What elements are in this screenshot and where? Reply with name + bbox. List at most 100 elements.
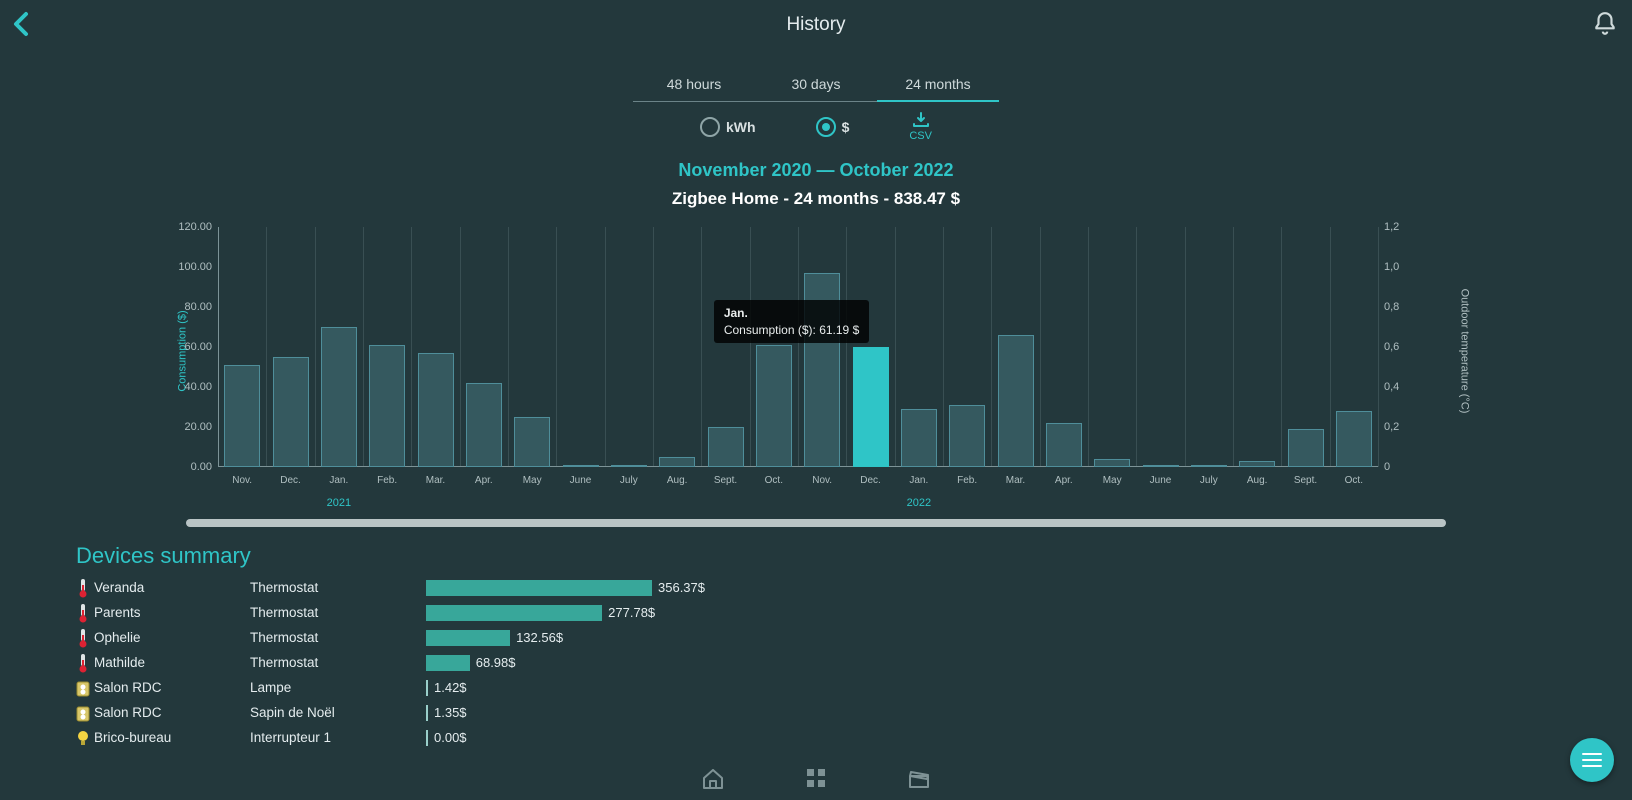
y-tick-left: 40.00 — [184, 381, 212, 393]
radio-kwh[interactable]: kWh — [700, 117, 756, 137]
chart-bar[interactable] — [1143, 465, 1179, 467]
device-row[interactable]: ParentsThermostat277.78$ — [76, 600, 1556, 625]
thermo-icon — [76, 578, 90, 598]
tab-48-hours[interactable]: 48 hours — [633, 70, 755, 102]
x-tick-label: Aug. — [1233, 475, 1281, 486]
device-row[interactable]: Brico-bureauInterrupteur 10.00$ — [76, 725, 1556, 750]
chart-bar[interactable] — [1191, 465, 1227, 467]
tab-30-days[interactable]: 30 days — [755, 70, 877, 102]
page-title: History — [786, 14, 845, 35]
x-tick-label: Feb. — [943, 475, 991, 486]
grid-line — [750, 227, 751, 467]
chart-bar[interactable] — [466, 383, 502, 467]
tab-24-months[interactable]: 24 months — [877, 70, 999, 102]
device-row[interactable]: Salon RDCLampe1.42$ — [76, 675, 1556, 700]
chart-bar[interactable] — [418, 353, 454, 467]
device-bar — [426, 630, 510, 646]
device-bar — [426, 680, 428, 696]
x-tick-label: Dec. — [847, 475, 895, 486]
chart-bar[interactable] — [1094, 459, 1130, 467]
device-name: Ophelie — [94, 630, 141, 645]
year-label: 2022 — [907, 497, 931, 509]
x-tick-label: July — [605, 475, 653, 486]
device-bar-cell: 0.00$ — [426, 730, 1226, 746]
chart-bar[interactable] — [224, 365, 260, 467]
x-tick-label: Aug. — [653, 475, 701, 486]
chart-bar[interactable] — [1336, 411, 1372, 467]
chart-bar[interactable] — [563, 465, 599, 467]
chart-bar[interactable] — [369, 345, 405, 467]
x-tick-label: Jan. — [895, 475, 943, 486]
y-tick-right: 1,0 — [1384, 261, 1399, 273]
device-value: 0.00$ — [434, 730, 467, 745]
chart-bar[interactable] — [611, 465, 647, 467]
notifications-button[interactable] — [1592, 10, 1618, 41]
chart-bar[interactable] — [1046, 423, 1082, 467]
device-value: 277.78$ — [608, 605, 655, 620]
device-type: Thermostat — [250, 630, 426, 645]
y-tick-right: 0 — [1384, 461, 1390, 473]
radio-dollar-label: $ — [842, 119, 850, 135]
x-tick-label: Sept. — [702, 475, 750, 486]
year-label: 2021 — [327, 497, 351, 509]
chart-bar[interactable] — [273, 357, 309, 467]
device-row[interactable]: Salon RDCSapin de Noël1.35$ — [76, 700, 1556, 725]
device-bar-cell: 277.78$ — [426, 605, 1226, 621]
radio-icon — [816, 117, 836, 137]
chart-bar[interactable] — [1288, 429, 1324, 467]
x-tick-label: Feb. — [363, 475, 411, 486]
device-bar — [426, 580, 652, 596]
devices-list: VerandaThermostat356.37$ParentsThermosta… — [76, 575, 1556, 750]
chart-bar[interactable] — [804, 273, 840, 467]
x-tick-label: Mar. — [412, 475, 460, 486]
grid-line — [846, 227, 847, 467]
device-row[interactable]: VerandaThermostat356.37$ — [76, 575, 1556, 600]
download-icon — [912, 112, 930, 128]
grid-line — [798, 227, 799, 467]
chart-bar[interactable] — [321, 327, 357, 467]
chart-scrollbar[interactable] — [186, 519, 1446, 527]
chart-plot[interactable]: Nov.Dec.Jan.Feb.Mar.Apr.MayJuneJulyAug.S… — [218, 227, 1378, 467]
grid-line — [460, 227, 461, 467]
grid-line — [1281, 227, 1282, 467]
grid-line — [943, 227, 944, 467]
menu-fab-button[interactable] — [1570, 738, 1614, 782]
chart-bar[interactable] — [659, 457, 695, 467]
device-row[interactable]: MathildeThermostat68.98$ — [76, 650, 1556, 675]
y-axis-line — [218, 227, 219, 467]
nav-grid-button[interactable] — [805, 767, 827, 794]
y-tick-left: 120.00 — [178, 221, 212, 233]
chart-bar[interactable] — [853, 347, 889, 467]
csv-export-button[interactable]: CSV — [909, 112, 932, 142]
device-type: Thermostat — [250, 655, 426, 670]
grid-line — [1330, 227, 1331, 467]
back-button[interactable] — [10, 10, 32, 41]
device-bar — [426, 655, 470, 671]
chart-bar[interactable] — [514, 417, 550, 467]
chart-bar[interactable] — [756, 345, 792, 467]
chart-bar[interactable] — [901, 409, 937, 467]
device-value: 356.37$ — [658, 580, 705, 595]
x-tick-label: Apr. — [1040, 475, 1088, 486]
chart-bar[interactable] — [998, 335, 1034, 467]
grid-line — [1378, 227, 1379, 467]
device-name: Salon RDC — [94, 680, 162, 695]
chart-bar[interactable] — [708, 427, 744, 467]
nav-home-button[interactable] — [701, 767, 725, 794]
y-tick-left: 80.00 — [184, 301, 212, 313]
range-tabs: 48 hours 30 days 24 months — [0, 70, 1632, 102]
grid-line — [315, 227, 316, 467]
chart-bar[interactable] — [1239, 461, 1275, 467]
grid-line — [1088, 227, 1089, 467]
hamburger-icon — [1582, 751, 1602, 769]
grid-line — [653, 227, 654, 467]
chart-bar[interactable] — [949, 405, 985, 467]
radio-dollar[interactable]: $ — [816, 117, 850, 137]
x-tick-label: May — [508, 475, 556, 486]
nav-scenes-button[interactable] — [907, 767, 931, 794]
device-type: Interrupteur 1 — [250, 730, 426, 745]
grid-line — [701, 227, 702, 467]
device-row[interactable]: OphelieThermostat132.56$ — [76, 625, 1556, 650]
device-name: Mathilde — [94, 655, 145, 670]
y-tick-left: 20.00 — [184, 421, 212, 433]
